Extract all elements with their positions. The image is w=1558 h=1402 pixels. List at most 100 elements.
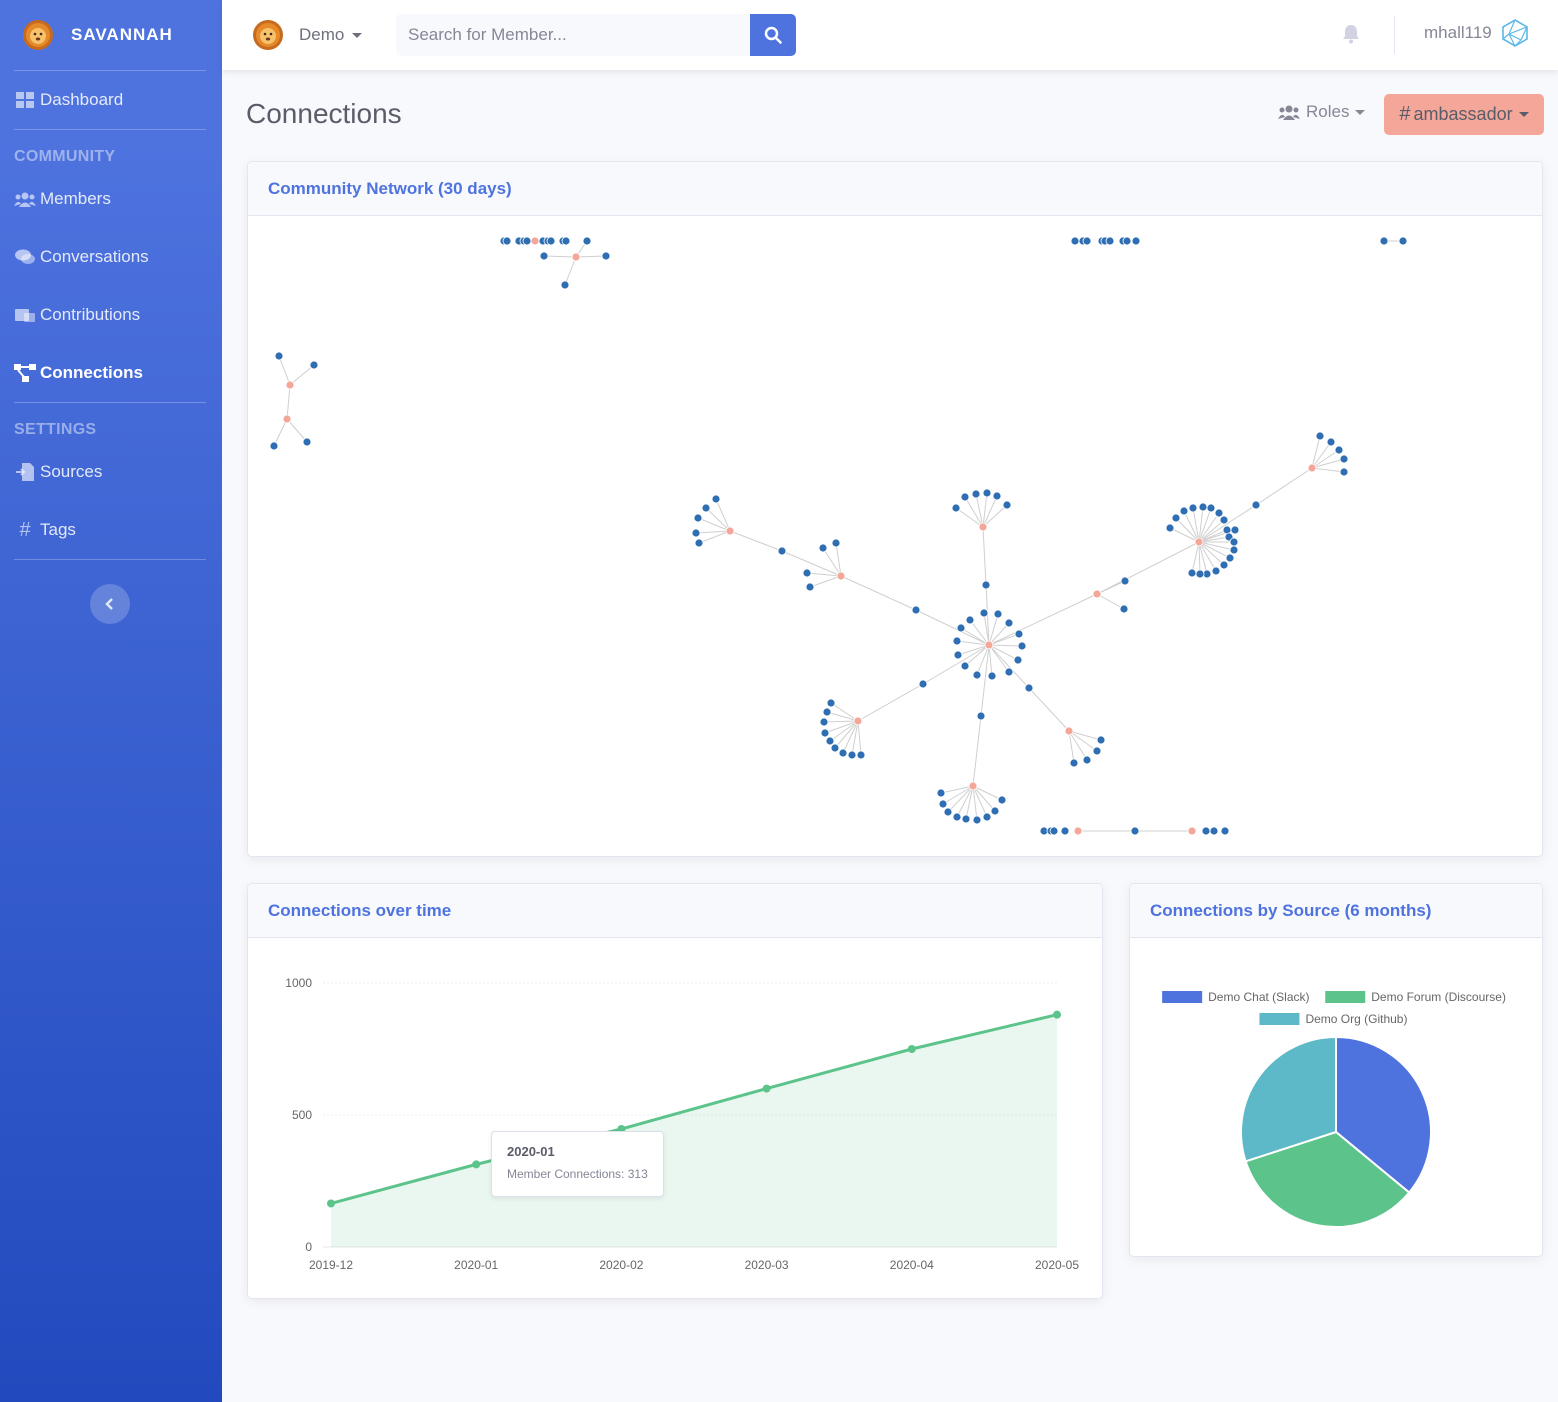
network-hub-node[interactable] (968, 781, 978, 791)
network-member-node[interactable] (777, 546, 787, 556)
network-member-node[interactable] (992, 491, 1002, 501)
sidebar-item-dashboard[interactable]: Dashboard (0, 71, 222, 129)
network-member-node[interactable] (309, 360, 319, 370)
network-member-node[interactable] (1206, 503, 1216, 513)
network-member-node[interactable] (711, 494, 721, 504)
network-member-node[interactable] (979, 608, 989, 618)
network-member-node[interactable] (1120, 576, 1130, 586)
network-graph[interactable] (248, 216, 1542, 856)
network-hub-node[interactable] (1064, 726, 1074, 736)
network-member-node[interactable] (1165, 523, 1175, 533)
network-member-node[interactable] (1195, 569, 1205, 579)
network-hub-node[interactable] (282, 414, 292, 424)
network-member-node[interactable] (952, 636, 962, 646)
roles-dropdown[interactable]: Roles (1278, 102, 1366, 122)
network-member-node[interactable] (1398, 236, 1408, 246)
network-member-node[interactable] (830, 743, 840, 753)
network-member-node[interactable] (1326, 437, 1336, 447)
network-member-node[interactable] (1082, 755, 1092, 765)
network-member-node[interactable] (819, 717, 829, 727)
network-member-node[interactable] (1225, 553, 1235, 563)
network-member-node[interactable] (1131, 236, 1141, 246)
brand[interactable]: SAVANNAH (0, 0, 222, 70)
network-hub-node[interactable] (984, 640, 994, 650)
network-member-node[interactable] (951, 503, 961, 513)
network-member-node[interactable] (972, 815, 982, 825)
network-member-node[interactable] (961, 814, 971, 824)
network-member-node[interactable] (1002, 500, 1012, 510)
network-member-node[interactable] (561, 236, 571, 246)
network-hub-node[interactable] (853, 716, 863, 726)
network-member-node[interactable] (701, 503, 711, 513)
sidebar-item-connections[interactable]: Connections (0, 344, 222, 402)
network-member-node[interactable] (971, 489, 981, 499)
network-member-node[interactable] (1171, 513, 1181, 523)
network-member-node[interactable] (911, 605, 921, 615)
network-member-node[interactable] (825, 736, 835, 746)
network-hub-node[interactable] (1187, 826, 1197, 836)
user-menu[interactable]: mhall119 (1424, 18, 1530, 48)
network-member-node[interactable] (269, 441, 279, 451)
network-member-node[interactable] (982, 812, 992, 822)
network-member-node[interactable] (936, 788, 946, 798)
network-member-node[interactable] (1013, 655, 1023, 665)
network-member-node[interactable] (802, 568, 812, 578)
network-member-node[interactable] (693, 513, 703, 523)
network-member-node[interactable] (956, 623, 966, 633)
network-member-node[interactable] (1187, 568, 1197, 578)
sidebar-item-conversations[interactable]: Conversations (0, 228, 222, 286)
search-button[interactable] (750, 14, 796, 56)
network-member-node[interactable] (818, 543, 828, 553)
network-member-node[interactable] (274, 351, 284, 361)
network-member-node[interactable] (1229, 545, 1239, 555)
network-member-node[interactable] (694, 538, 704, 548)
network-member-node[interactable] (1119, 604, 1129, 614)
network-member-node[interactable] (805, 582, 815, 592)
network-hub-node[interactable] (836, 571, 846, 581)
network-member-node[interactable] (918, 679, 928, 689)
network-member-node[interactable] (976, 711, 986, 721)
sidebar-toggle-button[interactable] (90, 584, 130, 624)
network-member-node[interactable] (981, 580, 991, 590)
network-member-node[interactable] (1211, 566, 1221, 576)
network-member-node[interactable] (1229, 537, 1239, 547)
network-member-node[interactable] (826, 698, 836, 708)
network-hub-node[interactable] (571, 252, 581, 262)
network-member-node[interactable] (965, 615, 975, 625)
network-member-node[interactable] (993, 609, 1003, 619)
network-member-node[interactable] (1230, 525, 1240, 535)
network-member-node[interactable] (1092, 746, 1102, 756)
network-member-node[interactable] (943, 807, 953, 817)
network-member-node[interactable] (822, 707, 832, 717)
network-member-node[interactable] (1198, 502, 1208, 512)
network-member-node[interactable] (1334, 445, 1344, 455)
network-member-node[interactable] (502, 236, 512, 246)
data-point[interactable] (762, 1084, 771, 1093)
network-member-node[interactable] (1070, 236, 1080, 246)
sidebar-item-contributions[interactable]: Contributions (0, 286, 222, 344)
network-member-node[interactable] (1339, 467, 1349, 477)
network-member-node[interactable] (560, 280, 570, 290)
network-member-node[interactable] (990, 806, 1000, 816)
network-member-node[interactable] (1179, 506, 1189, 516)
network-member-node[interactable] (1201, 826, 1211, 836)
data-point[interactable] (1053, 1010, 1061, 1019)
notifications-button[interactable] (1342, 24, 1360, 49)
network-member-node[interactable] (1209, 826, 1219, 836)
network-member-node[interactable] (960, 492, 970, 502)
network-member-node[interactable] (1122, 236, 1132, 246)
network-member-node[interactable] (838, 748, 848, 758)
network-hub-node[interactable] (285, 380, 295, 390)
network-member-node[interactable] (1014, 629, 1024, 639)
network-member-node[interactable] (1069, 758, 1079, 768)
network-hub-node[interactable] (978, 522, 988, 532)
network-member-node[interactable] (972, 670, 982, 680)
network-member-node[interactable] (1017, 641, 1027, 651)
network-member-node[interactable] (1219, 560, 1229, 570)
network-member-node[interactable] (847, 750, 857, 760)
network-hub-node[interactable] (1194, 537, 1204, 547)
network-member-node[interactable] (1220, 826, 1230, 836)
network-member-node[interactable] (982, 488, 992, 498)
network-member-node[interactable] (1339, 454, 1349, 464)
data-point[interactable] (907, 1045, 916, 1053)
